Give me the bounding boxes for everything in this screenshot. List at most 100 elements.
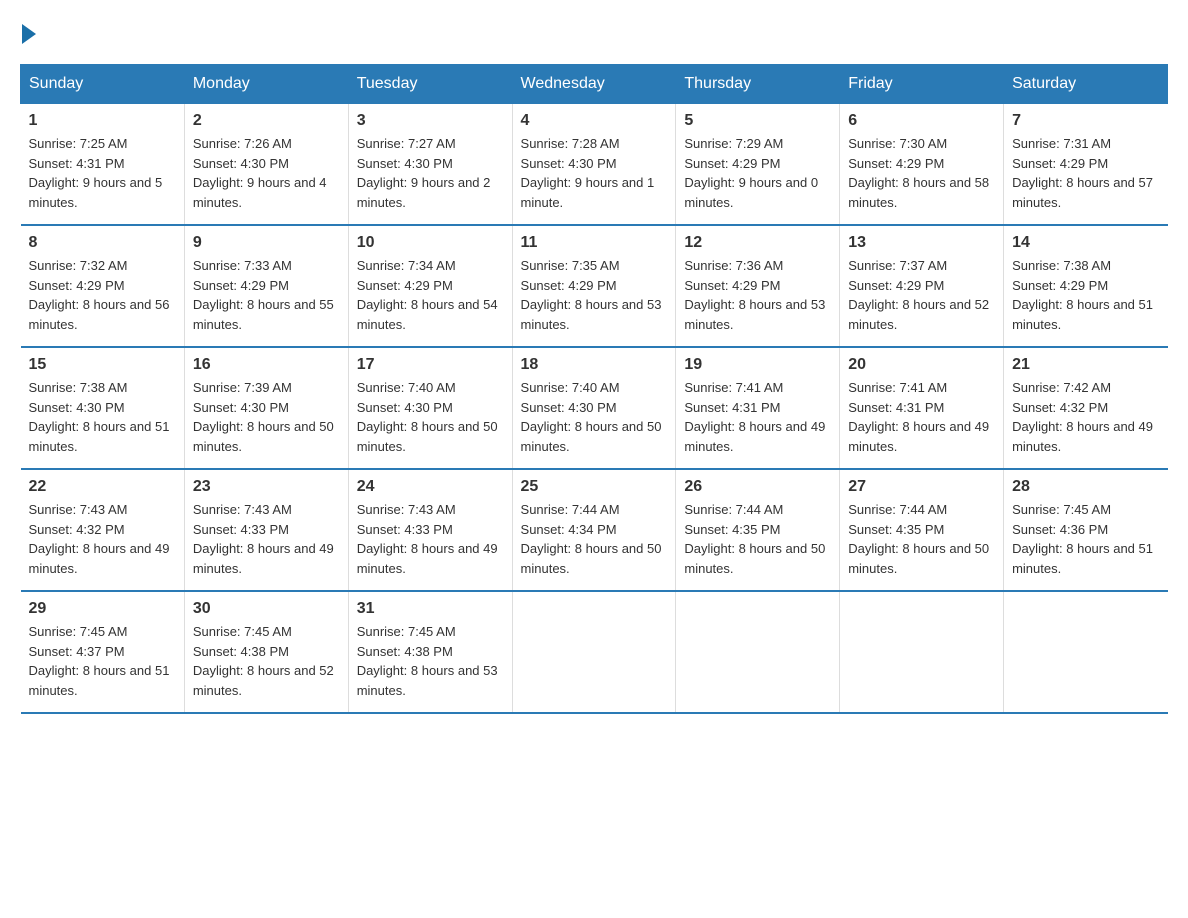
day-info: Sunrise: 7:30 AMSunset: 4:29 PMDaylight:… xyxy=(848,134,995,212)
day-info: Sunrise: 7:44 AMSunset: 4:35 PMDaylight:… xyxy=(684,500,831,578)
day-info: Sunrise: 7:29 AMSunset: 4:29 PMDaylight:… xyxy=(684,134,831,212)
day-number: 2 xyxy=(193,112,340,130)
day-info: Sunrise: 7:26 AMSunset: 4:30 PMDaylight:… xyxy=(193,134,340,212)
table-row: 24 Sunrise: 7:43 AMSunset: 4:33 PMDayligh… xyxy=(348,469,512,591)
table-row: 29 Sunrise: 7:45 AMSunset: 4:37 PMDayligh… xyxy=(21,591,185,713)
day-number: 5 xyxy=(684,112,831,130)
day-info: Sunrise: 7:32 AMSunset: 4:29 PMDaylight:… xyxy=(29,256,176,334)
day-number: 26 xyxy=(684,478,831,496)
day-number: 28 xyxy=(1012,478,1159,496)
day-info: Sunrise: 7:37 AMSunset: 4:29 PMDaylight:… xyxy=(848,256,995,334)
day-number: 27 xyxy=(848,478,995,496)
day-number: 4 xyxy=(521,112,668,130)
table-row: 7 Sunrise: 7:31 AMSunset: 4:29 PMDaylight… xyxy=(1004,104,1168,226)
day-info: Sunrise: 7:43 AMSunset: 4:32 PMDaylight:… xyxy=(29,500,176,578)
day-info: Sunrise: 7:45 AMSunset: 4:38 PMDaylight:… xyxy=(357,622,504,700)
table-row: 3Sunrise: 7:27 AMSunset: 4:30 PMDaylight… xyxy=(348,104,512,226)
header-monday: Monday xyxy=(184,65,348,104)
day-info: Sunrise: 7:33 AMSunset: 4:29 PMDaylight:… xyxy=(193,256,340,334)
table-row: 13 Sunrise: 7:37 AMSunset: 4:29 PMDayligh… xyxy=(840,225,1004,347)
table-row xyxy=(1004,591,1168,713)
day-number: 12 xyxy=(684,234,831,252)
day-number: 14 xyxy=(1012,234,1159,252)
table-row: 27 Sunrise: 7:44 AMSunset: 4:35 PMDayligh… xyxy=(840,469,1004,591)
day-info: Sunrise: 7:40 AMSunset: 4:30 PMDaylight:… xyxy=(521,378,668,456)
table-row: 30Sunrise: 7:45 AMSunset: 4:38 PMDayligh… xyxy=(184,591,348,713)
day-info: Sunrise: 7:39 AMSunset: 4:30 PMDaylight:… xyxy=(193,378,340,456)
table-row: 6 Sunrise: 7:30 AMSunset: 4:29 PMDaylight… xyxy=(840,104,1004,226)
day-info: Sunrise: 7:41 AMSunset: 4:31 PMDaylight:… xyxy=(684,378,831,456)
table-row: 11 Sunrise: 7:35 AMSunset: 4:29 PMDayligh… xyxy=(512,225,676,347)
table-row: 16 Sunrise: 7:39 AMSunset: 4:30 PMDayligh… xyxy=(184,347,348,469)
header-sunday: Sunday xyxy=(21,65,185,104)
calendar-body: 1Sunrise: 7:25 AMSunset: 4:31 PMDaylight… xyxy=(21,104,1168,714)
header-saturday: Saturday xyxy=(1004,65,1168,104)
day-info: Sunrise: 7:45 AMSunset: 4:38 PMDaylight:… xyxy=(193,622,340,700)
day-number: 6 xyxy=(848,112,995,130)
day-number: 17 xyxy=(357,356,504,374)
header-thursday: Thursday xyxy=(676,65,840,104)
day-info: Sunrise: 7:34 AMSunset: 4:29 PMDaylight:… xyxy=(357,256,504,334)
table-row: 12 Sunrise: 7:36 AMSunset: 4:29 PMDayligh… xyxy=(676,225,840,347)
day-number: 29 xyxy=(29,600,176,618)
day-number: 20 xyxy=(848,356,995,374)
day-number: 11 xyxy=(521,234,668,252)
table-row: 1Sunrise: 7:25 AMSunset: 4:31 PMDaylight… xyxy=(21,104,185,226)
header-wednesday: Wednesday xyxy=(512,65,676,104)
table-row: 8 Sunrise: 7:32 AMSunset: 4:29 PMDaylight… xyxy=(21,225,185,347)
day-info: Sunrise: 7:42 AMSunset: 4:32 PMDaylight:… xyxy=(1012,378,1159,456)
day-info: Sunrise: 7:44 AMSunset: 4:35 PMDaylight:… xyxy=(848,500,995,578)
table-row: 5 Sunrise: 7:29 AMSunset: 4:29 PMDaylight… xyxy=(676,104,840,226)
day-info: Sunrise: 7:25 AMSunset: 4:31 PMDaylight:… xyxy=(29,134,176,212)
day-info: Sunrise: 7:44 AMSunset: 4:34 PMDaylight:… xyxy=(521,500,668,578)
day-number: 16 xyxy=(193,356,340,374)
table-row: 21 Sunrise: 7:42 AMSunset: 4:32 PMDayligh… xyxy=(1004,347,1168,469)
header-row: Sunday Monday Tuesday Wednesday Thursday… xyxy=(21,65,1168,104)
table-row: 22 Sunrise: 7:43 AMSunset: 4:32 PMDayligh… xyxy=(21,469,185,591)
day-info: Sunrise: 7:43 AMSunset: 4:33 PMDaylight:… xyxy=(357,500,504,578)
day-info: Sunrise: 7:40 AMSunset: 4:30 PMDaylight:… xyxy=(357,378,504,456)
calendar-week-row: 22 Sunrise: 7:43 AMSunset: 4:32 PMDayligh… xyxy=(21,469,1168,591)
table-row: 17 Sunrise: 7:40 AMSunset: 4:30 PMDayligh… xyxy=(348,347,512,469)
header-friday: Friday xyxy=(840,65,1004,104)
day-info: Sunrise: 7:38 AMSunset: 4:29 PMDaylight:… xyxy=(1012,256,1159,334)
day-info: Sunrise: 7:38 AMSunset: 4:30 PMDaylight:… xyxy=(29,378,176,456)
day-info: Sunrise: 7:35 AMSunset: 4:29 PMDaylight:… xyxy=(521,256,668,334)
table-row: 9Sunrise: 7:33 AMSunset: 4:29 PMDaylight… xyxy=(184,225,348,347)
day-number: 19 xyxy=(684,356,831,374)
calendar-table: Sunday Monday Tuesday Wednesday Thursday… xyxy=(20,64,1168,714)
day-number: 7 xyxy=(1012,112,1159,130)
day-number: 15 xyxy=(29,356,176,374)
table-row: 26 Sunrise: 7:44 AMSunset: 4:35 PMDayligh… xyxy=(676,469,840,591)
logo xyxy=(20,20,40,44)
calendar-week-row: 15 Sunrise: 7:38 AMSunset: 4:30 PMDayligh… xyxy=(21,347,1168,469)
day-number: 8 xyxy=(29,234,176,252)
table-row: 19 Sunrise: 7:41 AMSunset: 4:31 PMDayligh… xyxy=(676,347,840,469)
header-tuesday: Tuesday xyxy=(348,65,512,104)
table-row: 15 Sunrise: 7:38 AMSunset: 4:30 PMDayligh… xyxy=(21,347,185,469)
table-row xyxy=(840,591,1004,713)
day-number: 25 xyxy=(521,478,668,496)
day-info: Sunrise: 7:45 AMSunset: 4:37 PMDaylight:… xyxy=(29,622,176,700)
day-info: Sunrise: 7:31 AMSunset: 4:29 PMDaylight:… xyxy=(1012,134,1159,212)
day-number: 24 xyxy=(357,478,504,496)
day-info: Sunrise: 7:27 AMSunset: 4:30 PMDaylight:… xyxy=(357,134,504,212)
day-info: Sunrise: 7:36 AMSunset: 4:29 PMDaylight:… xyxy=(684,256,831,334)
calendar-week-row: 29 Sunrise: 7:45 AMSunset: 4:37 PMDayligh… xyxy=(21,591,1168,713)
page-header xyxy=(20,20,1168,44)
table-row: 18Sunrise: 7:40 AMSunset: 4:30 PMDayligh… xyxy=(512,347,676,469)
table-row: 31 Sunrise: 7:45 AMSunset: 4:38 PMDayligh… xyxy=(348,591,512,713)
calendar-header: Sunday Monday Tuesday Wednesday Thursday… xyxy=(21,65,1168,104)
table-row: 2 Sunrise: 7:26 AMSunset: 4:30 PMDaylight… xyxy=(184,104,348,226)
table-row: 23Sunrise: 7:43 AMSunset: 4:33 PMDayligh… xyxy=(184,469,348,591)
day-number: 21 xyxy=(1012,356,1159,374)
table-row: 10Sunrise: 7:34 AMSunset: 4:29 PMDayligh… xyxy=(348,225,512,347)
table-row: 28Sunrise: 7:45 AMSunset: 4:36 PMDayligh… xyxy=(1004,469,1168,591)
calendar-week-row: 8 Sunrise: 7:32 AMSunset: 4:29 PMDaylight… xyxy=(21,225,1168,347)
day-info: Sunrise: 7:43 AMSunset: 4:33 PMDaylight:… xyxy=(193,500,340,578)
day-number: 22 xyxy=(29,478,176,496)
day-number: 13 xyxy=(848,234,995,252)
day-number: 31 xyxy=(357,600,504,618)
table-row: 25 Sunrise: 7:44 AMSunset: 4:34 PMDayligh… xyxy=(512,469,676,591)
table-row xyxy=(512,591,676,713)
